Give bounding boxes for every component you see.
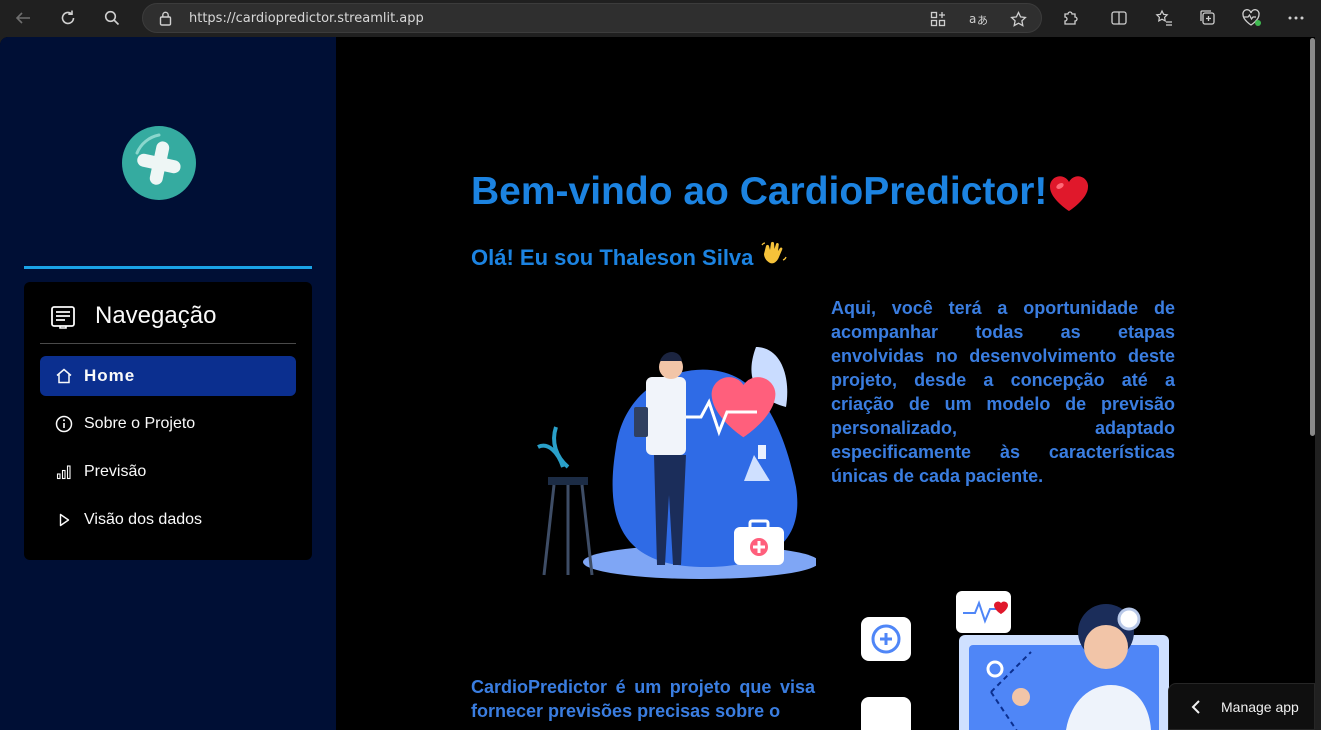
page-title: Bem-vindo ao CardioPredictor! — [471, 170, 1048, 213]
favorites-button[interactable] — [1152, 6, 1176, 30]
manage-app-label: Manage app — [1221, 698, 1299, 715]
back-button[interactable] — [10, 5, 36, 31]
browser-toolbar: https://cardiopredictor.streamlit.app aあ — [0, 0, 1321, 37]
page-scrollbar[interactable] — [1310, 38, 1315, 436]
lock-icon — [159, 11, 172, 30]
search-button[interactable] — [99, 5, 125, 31]
collections-button[interactable] — [1196, 6, 1220, 30]
search-icon — [104, 10, 120, 26]
main-content: Bem-vindo ao CardioPredictor! Olá! Eu so… — [336, 37, 1315, 730]
navigation-menu: Navegação Home Sobre o Projeto Previsão — [24, 282, 312, 560]
sidebar-item-label: Visão dos dados — [84, 511, 203, 528]
app-available-icon[interactable] — [928, 9, 948, 29]
project-description: CardioPredictor é um projeto que visa fo… — [471, 677, 815, 721]
sidebar-item-label: Home — [84, 366, 136, 385]
more-options-button[interactable] — [1284, 6, 1308, 30]
translate-icon[interactable]: aあ — [968, 9, 988, 29]
chevron-left-icon — [1191, 699, 1205, 714]
app-viewport: Navegação Home Sobre o Projeto Previsão — [0, 37, 1315, 730]
intro-paragraph: Aqui, você terá a oportunidade de acompa… — [831, 298, 1175, 486]
browser-essentials-button[interactable] — [1240, 6, 1264, 30]
sidebar-item-home[interactable]: Home — [40, 356, 296, 396]
sidebar: Navegação Home Sobre o Projeto Previsão — [0, 37, 336, 730]
reload-button[interactable] — [55, 5, 81, 31]
arrow-left-icon — [15, 12, 30, 24]
manage-app-button[interactable]: Manage app — [1168, 683, 1315, 730]
waving-hand-icon — [761, 241, 788, 271]
plus-logo-icon — [121, 125, 197, 201]
heart-pulse-icon — [1242, 9, 1261, 26]
navigation-header: Navegação — [40, 296, 296, 344]
bar-chart-icon — [54, 462, 74, 482]
favorite-star-icon[interactable] — [1008, 9, 1028, 29]
info-circle-icon — [54, 414, 74, 434]
navigation-title: Navegação — [95, 302, 217, 329]
doctor-illustration — [526, 327, 819, 587]
red-heart-icon — [1047, 174, 1091, 218]
telemedicine-illustration — [861, 587, 1181, 730]
url-text: https://cardiopredictor.streamlit.app — [189, 11, 424, 26]
play-icon — [54, 510, 74, 530]
reload-icon — [61, 10, 75, 25]
collections-icon — [1200, 10, 1215, 25]
sidebar-divider — [24, 266, 312, 269]
address-bar[interactable]: https://cardiopredictor.streamlit.app aあ — [142, 3, 1042, 33]
house-icon — [54, 366, 74, 386]
page-subtitle: Olá! Eu sou Thaleson Silva — [471, 241, 788, 271]
svg-text:あ: あ — [977, 14, 987, 27]
more-dots-icon — [1288, 16, 1304, 20]
subtitle-text: Olá! Eu sou Thaleson Silva — [471, 245, 754, 270]
menu-document-icon — [50, 304, 76, 334]
sidebar-item-label: Previsão — [84, 463, 147, 480]
sidebar-item-label: Sobre o Projeto — [84, 415, 196, 432]
extensions-button[interactable] — [1059, 6, 1083, 30]
sidebar-item-visao-dos-dados[interactable]: Visão dos dados — [40, 500, 296, 540]
split-screen-icon — [1111, 11, 1127, 25]
puzzle-icon — [1064, 11, 1078, 25]
svg-text:a: a — [969, 12, 976, 26]
sidebar-item-previsao[interactable]: Previsão — [40, 452, 296, 492]
sidebar-item-sobre-o-projeto[interactable]: Sobre o Projeto — [40, 404, 296, 444]
favorites-list-icon — [1155, 9, 1172, 26]
split-screen-button[interactable] — [1107, 6, 1131, 30]
